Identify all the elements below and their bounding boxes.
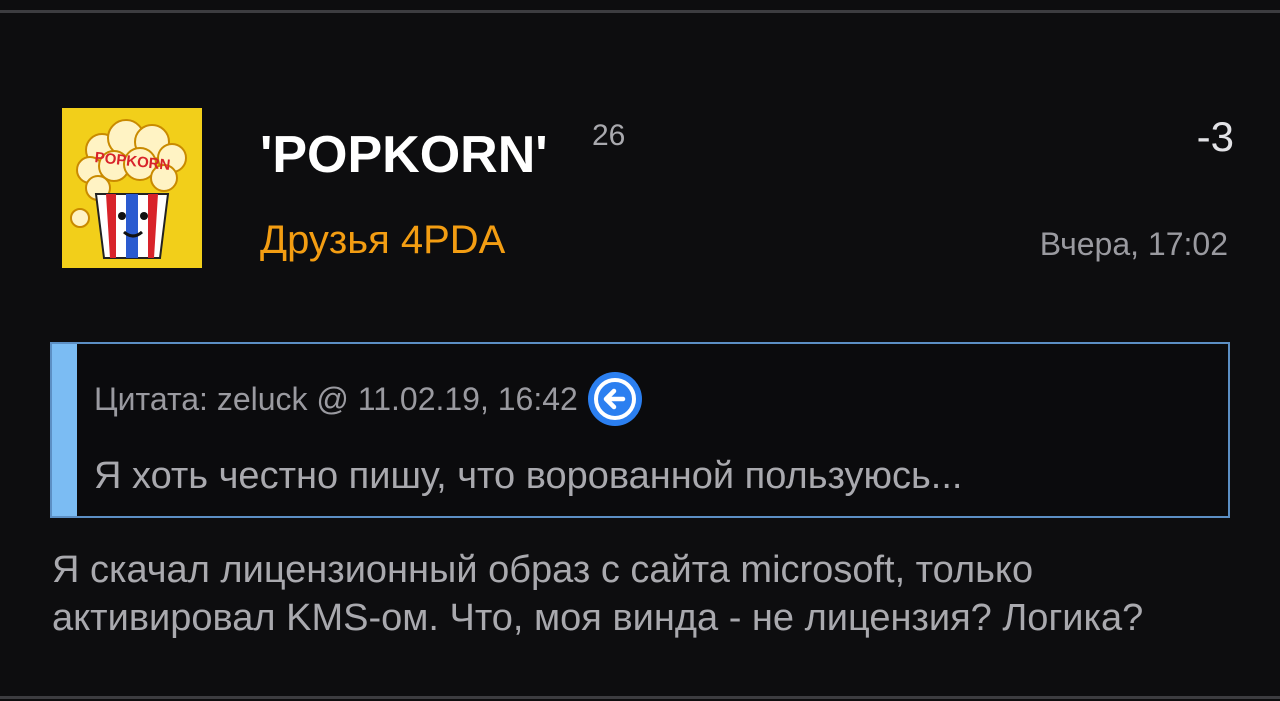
post-date: Вчера, 17:02 <box>1039 226 1228 262</box>
user-group: Друзья 4PDA <box>260 218 506 262</box>
arrow-left-circle-icon[interactable] <box>587 372 642 426</box>
post-body: Я скачал лицензионный образ с сайта micr… <box>52 549 1144 639</box>
bottom-divider <box>0 696 1280 699</box>
avatar[interactable]: POPKORN <box>62 108 202 268</box>
username[interactable]: 'POPKORN' <box>260 120 548 190</box>
quote-author-line: Цитата: zeluck @ 11.02.19, 16:42 <box>94 381 578 417</box>
reputation-count[interactable]: 26 <box>592 118 625 154</box>
quote-block: Цитата: zeluck @ 11.02.19, 16:42 Я хоть … <box>50 342 1230 518</box>
forum-post: POPKORN 'POPKORN' 26 Друзья 4PDA -3 Вчер… <box>0 0 1280 701</box>
quote-header: Цитата: zeluck @ 11.02.19, 16:42 <box>94 372 642 426</box>
quote-accent-bar <box>52 344 77 516</box>
quote-text: Я хоть честно пишу, что ворованной польз… <box>94 455 963 497</box>
post-karma[interactable]: -3 <box>1197 112 1234 162</box>
top-divider <box>0 10 1280 13</box>
